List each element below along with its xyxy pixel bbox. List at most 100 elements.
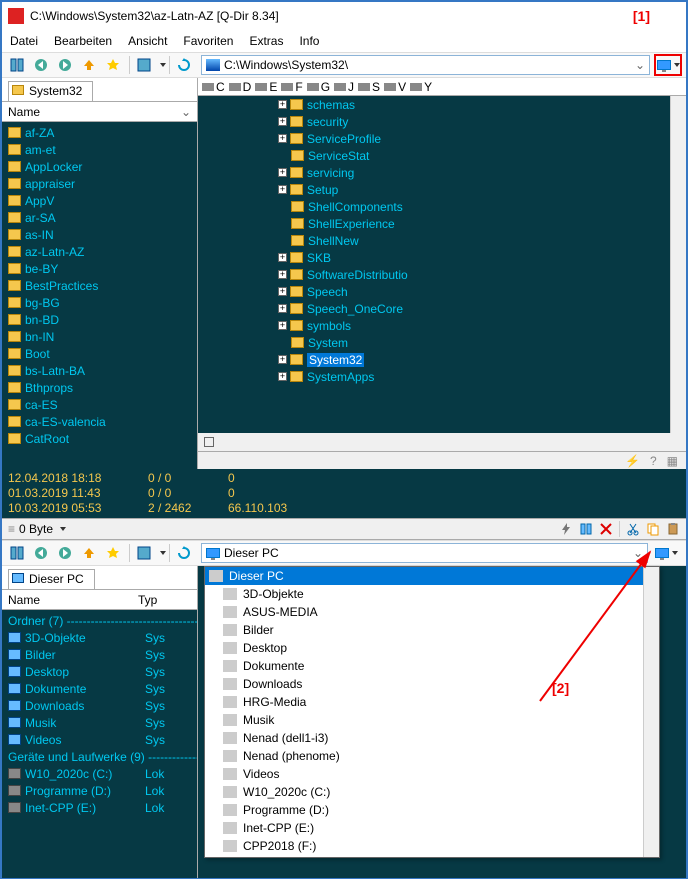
- dropdown-item[interactable]: ASUS-MEDIA: [205, 603, 659, 621]
- expand-icon[interactable]: +: [278, 117, 287, 126]
- drive-button[interactable]: C: [202, 80, 225, 94]
- help-icon[interactable]: ?: [650, 454, 657, 468]
- list-item[interactable]: am-et: [2, 141, 197, 158]
- delete-icon[interactable]: [599, 522, 613, 536]
- view-button[interactable]: [133, 54, 155, 76]
- monitor-dropdown-button[interactable]: [652, 542, 680, 564]
- list-item[interactable]: 3D-ObjekteSys: [2, 629, 197, 646]
- address-bar-top[interactable]: C:\Windows\System32\ ⌄: [201, 55, 650, 75]
- list-item[interactable]: Boot: [2, 345, 197, 362]
- tree-item[interactable]: +servicing: [198, 164, 686, 181]
- tree-item[interactable]: +Speech: [198, 283, 686, 300]
- dropdown-arrow-icon[interactable]: [160, 63, 166, 67]
- list-item[interactable]: bg-BG: [2, 294, 197, 311]
- view-button[interactable]: [133, 542, 155, 564]
- drive-button[interactable]: G: [307, 80, 330, 94]
- dropdown-arrow-icon[interactable]: [60, 527, 66, 531]
- list-item[interactable]: DownloadsSys: [2, 697, 197, 714]
- list-item[interactable]: bs-Latn-BA: [2, 362, 197, 379]
- group-header[interactable]: Geräte und Laufwerke (9) ---------------…: [2, 748, 197, 765]
- dropdown-item[interactable]: W10_2020c (C:): [205, 783, 659, 801]
- bolt-icon[interactable]: [559, 522, 573, 536]
- dropdown-item[interactable]: Dieser PC: [205, 567, 659, 585]
- cut-icon[interactable]: [626, 522, 640, 536]
- expand-icon[interactable]: +: [278, 355, 287, 364]
- tree-item[interactable]: +Setup: [198, 181, 686, 198]
- tree-item[interactable]: ServiceStat: [198, 147, 686, 164]
- list-item[interactable]: bn-BD: [2, 311, 197, 328]
- drive-button[interactable]: J: [334, 80, 354, 94]
- forward-button[interactable]: [54, 542, 76, 564]
- list-item[interactable]: af-ZA: [2, 124, 197, 141]
- pane-layout-button[interactable]: [6, 54, 28, 76]
- tree-item[interactable]: +symbols: [198, 317, 686, 334]
- dropdown-item[interactable]: Desktop: [205, 639, 659, 657]
- list-item[interactable]: ar-SA: [2, 209, 197, 226]
- folder-tree[interactable]: +schemas+security+ServiceProfileServiceS…: [198, 96, 686, 433]
- dropdown-item[interactable]: Bilder: [205, 621, 659, 639]
- drive-button[interactable]: D: [229, 80, 252, 94]
- folder-list-top-left[interactable]: af-ZAam-etAppLockerappraiserAppVar-SAas-…: [2, 122, 197, 469]
- list-item[interactable]: BestPractices: [2, 277, 197, 294]
- column-header[interactable]: Name ⌄: [2, 102, 197, 122]
- dropdown-item[interactable]: Nenad (phenome): [205, 747, 659, 765]
- filter-icon[interactable]: [579, 522, 593, 536]
- grid-icon[interactable]: ▦: [667, 454, 678, 468]
- tree-item[interactable]: ShellNew: [198, 232, 686, 249]
- list-item[interactable]: VideosSys: [2, 731, 197, 748]
- monitor-dropdown-button[interactable]: [654, 54, 682, 76]
- scrollbar-vertical[interactable]: [643, 567, 659, 857]
- list-item[interactable]: Inet-CPP (E:)Lok: [2, 799, 197, 816]
- menu-file[interactable]: Datei: [10, 34, 38, 48]
- dropdown-item[interactable]: Programme (D:): [205, 801, 659, 819]
- dropdown-item[interactable]: CPP2018 (F:): [205, 837, 659, 855]
- tree-item[interactable]: ShellComponents: [198, 198, 686, 215]
- refresh-button[interactable]: [173, 542, 195, 564]
- bolt-icon[interactable]: ⚡: [625, 454, 640, 468]
- expand-icon[interactable]: +: [278, 321, 287, 330]
- list-item[interactable]: MusikSys: [2, 714, 197, 731]
- list-item[interactable]: Bthprops: [2, 379, 197, 396]
- forward-button[interactable]: [54, 54, 76, 76]
- tree-item[interactable]: +Speech_OneCore: [198, 300, 686, 317]
- expand-icon[interactable]: +: [278, 134, 287, 143]
- favorites-button[interactable]: [102, 542, 124, 564]
- drive-button[interactable]: S: [358, 80, 380, 94]
- tree-item[interactable]: +ServiceProfile: [198, 130, 686, 147]
- dropdown-item[interactable]: Videos: [205, 765, 659, 783]
- expand-icon[interactable]: +: [278, 287, 287, 296]
- expand-icon[interactable]: +: [278, 372, 287, 381]
- folder-list-bottom-left[interactable]: Ordner (7) -----------------------------…: [2, 610, 197, 878]
- list-item[interactable]: AppLocker: [2, 158, 197, 175]
- dropdown-item[interactable]: HRG-Media: [205, 693, 659, 711]
- list-item[interactable]: BilderSys: [2, 646, 197, 663]
- list-item[interactable]: DesktopSys: [2, 663, 197, 680]
- tree-item[interactable]: +schemas: [198, 96, 686, 113]
- menu-extras[interactable]: Extras: [249, 34, 283, 48]
- list-item[interactable]: DokumenteSys: [2, 680, 197, 697]
- up-button[interactable]: [78, 542, 100, 564]
- up-button[interactable]: [78, 54, 100, 76]
- dropdown-arrow-icon[interactable]: [160, 551, 166, 555]
- paste-icon[interactable]: [666, 522, 680, 536]
- checkbox-icon[interactable]: [204, 437, 214, 447]
- back-button[interactable]: [30, 54, 52, 76]
- drive-button[interactable]: V: [384, 80, 406, 94]
- tree-item[interactable]: +SKB: [198, 249, 686, 266]
- dropdown-item[interactable]: Downloads: [205, 675, 659, 693]
- expand-icon[interactable]: +: [278, 185, 287, 194]
- back-button[interactable]: [30, 542, 52, 564]
- tree-item[interactable]: ShellExperience: [198, 215, 686, 232]
- list-item[interactable]: bn-IN: [2, 328, 197, 345]
- address-bar-bottom[interactable]: Dieser PC ⌄: [201, 543, 648, 563]
- group-header[interactable]: Ordner (7) -----------------------------…: [2, 612, 197, 629]
- dropdown-item[interactable]: Musik: [205, 711, 659, 729]
- list-item[interactable]: AppV: [2, 192, 197, 209]
- tree-item[interactable]: +System32: [198, 351, 686, 368]
- drive-button[interactable]: E: [255, 80, 277, 94]
- expand-icon[interactable]: +: [278, 100, 287, 109]
- list-item[interactable]: as-IN: [2, 226, 197, 243]
- menu-view[interactable]: Ansicht: [128, 34, 167, 48]
- tab-system32[interactable]: System32: [8, 81, 93, 101]
- list-item[interactable]: W10_2020c (C:)Lok: [2, 765, 197, 782]
